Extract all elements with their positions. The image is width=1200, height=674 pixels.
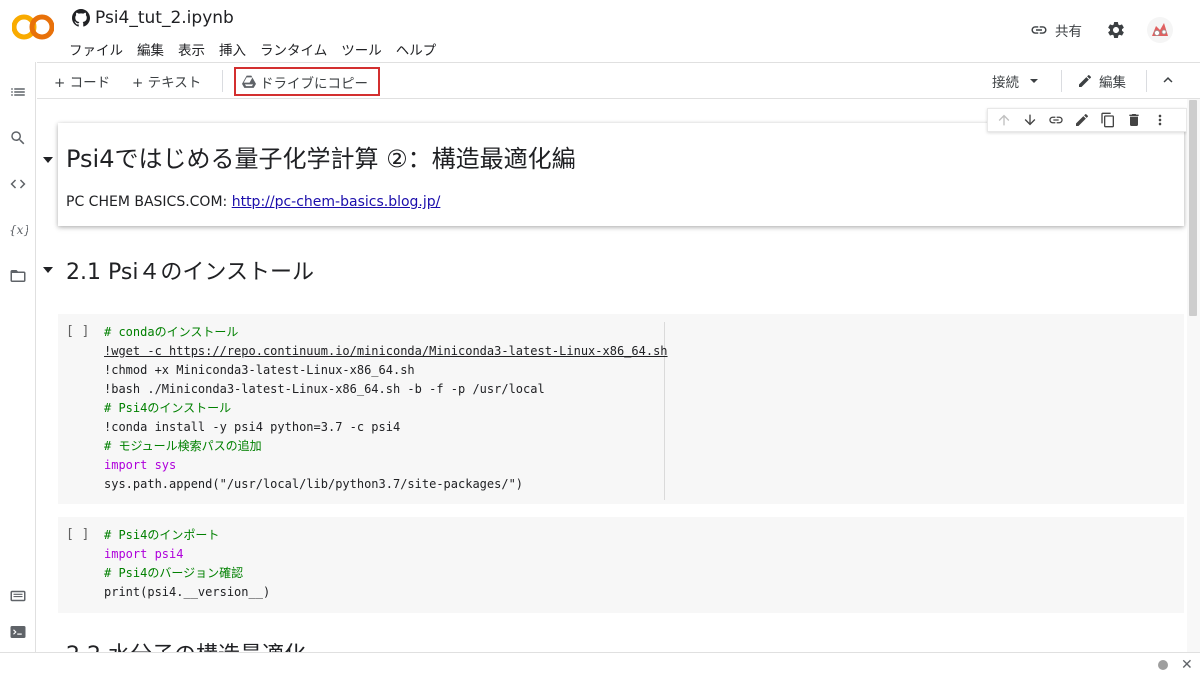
code-icon[interactable] (8, 174, 28, 194)
editing-button[interactable]: 編集 (1077, 71, 1126, 91)
link-icon (1031, 26, 1047, 34)
copy-to-drive-button[interactable]: ドライブにコピー (234, 67, 380, 96)
run-cell-button[interactable]: [ ] (66, 324, 89, 339)
menu-runtime[interactable]: ランタイム (260, 39, 327, 59)
connect-label: 接続 (992, 75, 1019, 91)
pencil-icon[interactable] (1072, 110, 1092, 130)
github-icon[interactable] (72, 9, 90, 27)
menu-bar: ファイル 編集 表示 挿入 ランタイム ツール ヘルプ (69, 39, 450, 59)
code-line: # モジュール検索パスの追加 (104, 439, 262, 453)
gear-icon[interactable] (1106, 20, 1126, 40)
toolbar-divider (222, 70, 223, 92)
code-line: !chmod +x Miniconda3-latest-Linux-x86_64… (104, 363, 415, 377)
avatar[interactable] (1146, 16, 1174, 44)
code-editor[interactable]: # condaのインストール !wget -c https://repo.cont… (104, 323, 668, 494)
site-link[interactable]: http://pc-chem-basics.blog.jp/ (232, 194, 441, 210)
code-line: # Psi4のインポート (104, 528, 220, 542)
section-heading-install: 2.1 Psi４のインストール (66, 260, 314, 285)
more-icon[interactable] (1150, 110, 1170, 130)
site-line: PC CHEM BASICS.COM: http://pc-chem-basic… (66, 194, 440, 210)
link-icon[interactable] (1046, 110, 1066, 130)
notebook-content: Psi4ではじめる量子化学計算 ②：構造最適化編 PC CHEM BASICS.… (37, 99, 1187, 652)
drive-icon (242, 75, 256, 88)
add-code-button[interactable]: + コード (54, 71, 110, 91)
menu-view[interactable]: 表示 (178, 39, 205, 59)
colab-logo[interactable] (12, 12, 54, 42)
terminal-icon[interactable] (8, 622, 28, 642)
copy-to-drive-label: ドライブにコピー (260, 75, 368, 92)
code-line: import psi4 (104, 547, 184, 561)
section-title: Psi4ではじめる量子化学計算 ②：構造最適化編 (66, 145, 576, 173)
share-button[interactable]: 共有 (1030, 20, 1082, 40)
code-cell[interactable]: [ ] # Psi4のインポート import psi4 # Psi4のバージョン確… (58, 517, 1184, 613)
notebook-title[interactable]: Psi4_tut_2.ipynb (95, 8, 234, 28)
code-line: !wget -c https://repo.continuum.io/minic… (104, 344, 668, 358)
toolbar-divider (1061, 70, 1062, 92)
menu-edit[interactable]: 編集 (137, 39, 164, 59)
menu-tools[interactable]: ツール (341, 39, 382, 59)
pencil-icon (1079, 74, 1092, 87)
section-heading-optimization: 2.2 水分子の構造最適化 (66, 637, 306, 652)
toolbar-divider (1146, 70, 1147, 92)
toc-icon[interactable] (8, 82, 28, 102)
code-line: sys.path.append("/usr/local/lib/python3.… (104, 477, 524, 491)
status-bar: ✕ (0, 652, 1200, 674)
code-line: # Psi4のインストール (104, 401, 232, 415)
code-line: !conda install -y psi4 python=3.7 -c psi… (104, 420, 401, 434)
code-line: !bash ./Miniconda3-latest-Linux-x86_64.s… (104, 382, 545, 396)
cell-toolbar (987, 108, 1187, 132)
scrollbar-thumb[interactable] (1189, 100, 1197, 316)
notebook-toolbar: + コード + テキスト ドライブにコピー 接続 編集 (37, 62, 1200, 99)
menu-insert[interactable]: 挿入 (219, 39, 246, 59)
trash-icon[interactable] (1124, 110, 1144, 130)
status-indicator (1158, 660, 1168, 670)
code-line: # condaのインストール (104, 325, 239, 339)
code-line: import sys (104, 458, 177, 472)
search-icon[interactable] (8, 128, 28, 148)
code-cell[interactable]: [ ] # condaのインストール !wget -c https://repo.… (58, 314, 1184, 504)
chevron-up-icon[interactable] (1159, 71, 1177, 89)
run-cell-button[interactable]: [ ] (66, 527, 89, 542)
chevron-down-icon[interactable] (1029, 76, 1039, 86)
code-editor[interactable]: # Psi4のインポート import psi4 # Psi4のバージョン確認 pri… (104, 526, 270, 602)
collapse-caret-icon[interactable] (42, 264, 54, 276)
copy-icon[interactable] (1098, 110, 1118, 130)
menu-help[interactable]: ヘルプ (396, 39, 437, 59)
add-text-button[interactable]: + テキスト (132, 71, 201, 91)
close-icon[interactable]: ✕ (1181, 657, 1193, 673)
snippets-icon[interactable] (8, 586, 28, 606)
connect-button[interactable]: 接続 (992, 71, 1039, 91)
share-label: 共有 (1055, 24, 1082, 40)
left-sidebar: {x} (0, 62, 36, 652)
collapse-caret-icon[interactable] (42, 154, 54, 166)
header: Psi4_tut_2.ipynb ファイル 編集 表示 挿入 ランタイム ツール… (0, 0, 1200, 62)
arrow-up-icon[interactable] (994, 110, 1014, 130)
code-line: # Psi4のバージョン確認 (104, 566, 244, 580)
editing-label: 編集 (1099, 75, 1126, 91)
svg-text:{x}: {x} (9, 223, 28, 237)
code-line: print(psi4.__version__) (104, 585, 271, 599)
variables-icon[interactable]: {x} (8, 220, 28, 240)
arrow-down-icon[interactable] (1020, 110, 1040, 130)
folder-icon[interactable] (8, 266, 28, 286)
menu-file[interactable]: ファイル (69, 39, 123, 59)
site-label: PC CHEM BASICS.COM: (66, 194, 232, 210)
